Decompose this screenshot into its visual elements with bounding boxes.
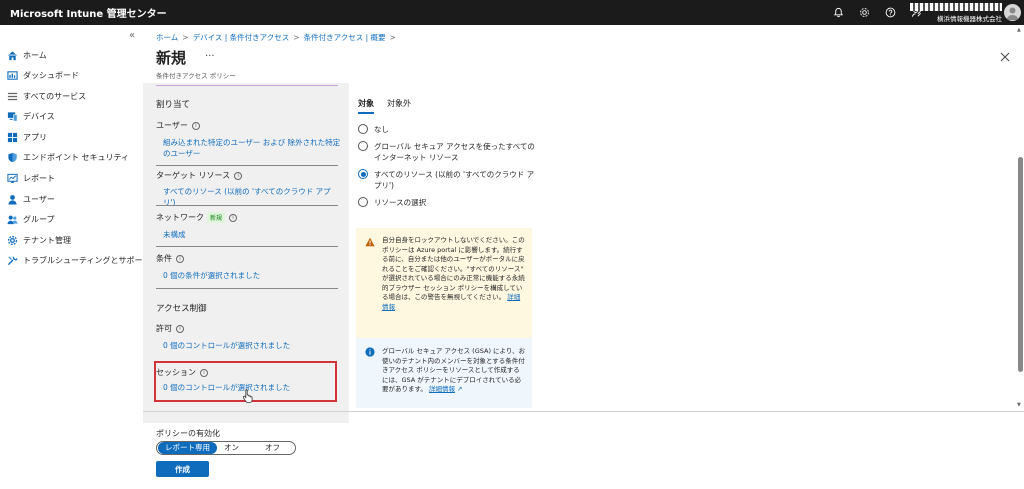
- grant-link[interactable]: 0 個のコントロールが選択されました: [163, 340, 343, 351]
- home-icon: [6, 49, 18, 61]
- grant-label: 許可 i: [156, 323, 184, 334]
- assignments-heading: 割り当て: [156, 100, 191, 110]
- gear-icon[interactable]: [851, 0, 877, 25]
- radio-button[interactable]: [358, 197, 368, 207]
- shield-icon: [6, 151, 18, 163]
- sidebar-item-endpoint-security[interactable]: エンドポイント セキュリティ: [6, 149, 129, 165]
- tab-exclude[interactable]: 対象外: [387, 98, 411, 114]
- app-title[interactable]: Microsoft Intune 管理センター: [0, 5, 167, 20]
- user-name-redacted: [910, 3, 1002, 11]
- toggle-off[interactable]: オフ: [258, 442, 287, 454]
- page-title: 新規: [156, 49, 187, 67]
- scrollbar[interactable]: ▲ ▼: [1016, 25, 1024, 411]
- top-bar: Microsoft Intune 管理センター 横浜情報機器株式会社: [0, 0, 1024, 25]
- close-icon[interactable]: [1000, 52, 1010, 62]
- sidebar-item-all-services[interactable]: すべてのサービス: [6, 88, 86, 104]
- breadcrumb-devices-ca[interactable]: デバイス | 条件付きアクセス: [193, 33, 290, 42]
- user-icon: [6, 193, 18, 205]
- info-icon[interactable]: i: [191, 121, 200, 130]
- sidebar-item-tenant-admin[interactable]: テナント管理: [6, 232, 71, 248]
- sidebar-item-devices[interactable]: デバイス: [6, 108, 55, 124]
- users-link[interactable]: 組み込まれた特定のユーザー および 除外された特定のユーザー: [163, 137, 343, 159]
- list-icon: [6, 90, 18, 102]
- chevron-right-icon: >: [182, 33, 189, 42]
- sidebar-item-home[interactable]: ホーム: [6, 47, 47, 63]
- tab-include[interactable]: 対象: [358, 98, 374, 114]
- sidebar-item-groups[interactable]: グループ: [6, 211, 55, 227]
- users-label: ユーザー i: [156, 120, 200, 131]
- info-icon[interactable]: i: [176, 254, 184, 263]
- bell-icon[interactable]: [825, 0, 851, 25]
- create-button[interactable]: 作成: [156, 461, 209, 477]
- enable-policy-label: ポリシーの有効化: [156, 429, 220, 438]
- radio-button[interactable]: [358, 124, 368, 134]
- conditions-link[interactable]: 0 個の条件が選択されました: [163, 270, 343, 281]
- enable-policy-toggle: レポート専用 オン オフ: [156, 441, 296, 455]
- learn-more-link[interactable]: 詳細情報: [429, 385, 455, 393]
- toggle-on[interactable]: オン: [217, 442, 246, 454]
- radio-button-checked[interactable]: [358, 169, 368, 179]
- apps-grid-icon: [6, 131, 18, 143]
- radio-button[interactable]: [358, 141, 368, 151]
- wrench-icon: [6, 254, 18, 266]
- report-icon: [6, 172, 18, 184]
- option-select-resources[interactable]: リソースの選択: [358, 197, 426, 208]
- option-gsa-internet[interactable]: グローバル セキュア アクセスを使ったすべてのインターネット リソース: [358, 141, 538, 163]
- collapse-sidebar-icon[interactable]: «: [129, 30, 135, 41]
- option-none[interactable]: なし: [358, 124, 389, 135]
- help-icon[interactable]: [877, 0, 903, 25]
- sidebar-item-dashboard[interactable]: ダッシュボード: [6, 67, 79, 83]
- info-icon[interactable]: i: [176, 324, 184, 333]
- sidebar-item-users[interactable]: ユーザー: [6, 191, 55, 207]
- scroll-down-icon[interactable]: ▼: [1017, 402, 1021, 408]
- info-message: グローバル セキュア アクセス (GSA) により、お使いのテナント内のメンバー…: [356, 338, 532, 408]
- avatar[interactable]: [1004, 4, 1021, 21]
- include-exclude-tabs: 対象 対象外: [358, 98, 424, 114]
- toggle-report-only[interactable]: レポート専用: [158, 442, 217, 454]
- network-label: ネットワーク 新規 i: [156, 212, 238, 223]
- info-circle-icon: [365, 347, 375, 357]
- footer-divider: [143, 411, 1024, 412]
- more-options-icon[interactable]: ···: [205, 51, 215, 62]
- option-all-resources[interactable]: すべてのリソース (以前の 'すべてのクラウド アプリ'): [358, 169, 538, 191]
- scroll-up-icon[interactable]: ▲: [1017, 27, 1021, 33]
- new-badge: 新規: [207, 212, 226, 223]
- org-name: 横浜情報機器株式会社: [937, 15, 1002, 23]
- scroll-thumb[interactable]: [1018, 157, 1023, 372]
- external-link-icon: ↗: [454, 385, 463, 393]
- sidebar: « ホーム ダッシュボード すべてのサービス デバイス アプリ エンドポイント …: [0, 25, 151, 489]
- sidebar-item-troubleshooting[interactable]: トラブルシューティングとサポート: [6, 252, 151, 268]
- divider: [156, 165, 338, 166]
- accent-divider: [156, 85, 338, 86]
- info-icon[interactable]: i: [229, 213, 238, 222]
- device-icon: [6, 110, 18, 122]
- warning-message: 自分自身をロックアウトしないでください。このポリシーは Azure portal…: [356, 228, 532, 345]
- divider: [156, 246, 338, 247]
- tenant-icon: [6, 234, 18, 246]
- main-content: ホーム > デバイス | 条件付きアクセス > 条件付きアクセス | 概要 > 新規 ··…: [143, 25, 1024, 489]
- conditions-label: 条件 i: [156, 253, 184, 264]
- breadcrumb: ホーム > デバイス | 条件付きアクセス > 条件付きアクセス | 概要 >: [156, 32, 400, 43]
- account-info[interactable]: 横浜情報機器株式会社: [910, 3, 1002, 23]
- sidebar-item-apps[interactable]: アプリ: [6, 129, 47, 145]
- warning-icon: [365, 237, 375, 247]
- dashboard-icon: [6, 69, 18, 81]
- divider: [156, 288, 338, 289]
- target-resources-label: ターゲット リソース i: [156, 170, 243, 181]
- info-icon[interactable]: i: [234, 171, 243, 180]
- page-subtitle: 条件付きアクセス ポリシー: [156, 72, 236, 80]
- divider: [156, 205, 338, 206]
- breadcrumb-home[interactable]: ホーム: [156, 33, 178, 42]
- sidebar-item-reports[interactable]: レポート: [6, 170, 55, 186]
- hand-cursor-icon: [242, 389, 253, 403]
- breadcrumb-ca-overview[interactable]: 条件付きアクセス | 概要: [304, 33, 386, 42]
- chevron-right-icon: >: [293, 33, 300, 42]
- network-link[interactable]: 未構成: [163, 229, 343, 240]
- chevron-right-icon: >: [389, 33, 396, 42]
- access-controls-heading: アクセス制御: [156, 304, 207, 314]
- group-icon: [6, 213, 18, 225]
